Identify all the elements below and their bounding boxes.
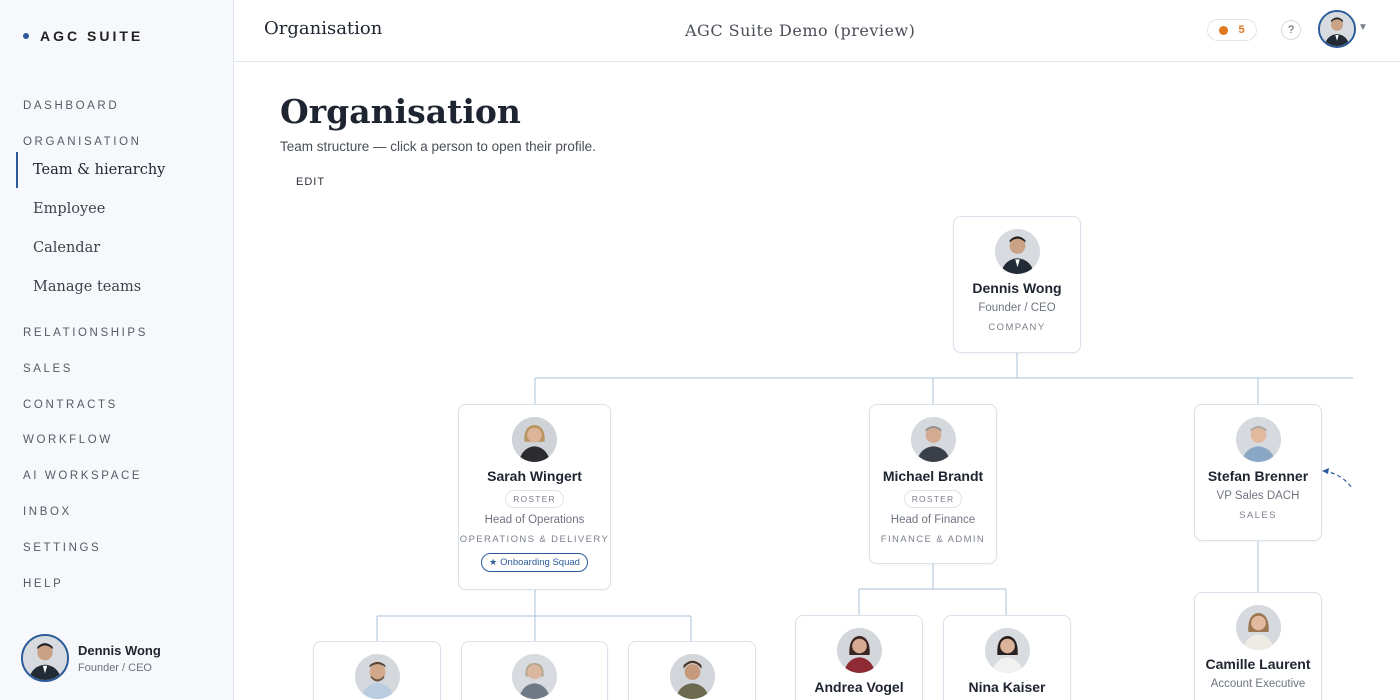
person-name: Michael Brandt xyxy=(882,468,984,484)
roster-badge: ROSTER xyxy=(903,490,963,508)
roster-badge: ROSTER xyxy=(505,490,564,508)
person-role: VP Sales DACH xyxy=(1216,490,1300,502)
person-name: Sarah Wingert xyxy=(487,468,582,484)
org-card-andrea-vogel[interactable]: Andrea Vogel xyxy=(795,615,923,700)
org-card-report[interactable] xyxy=(628,641,756,700)
avatar xyxy=(669,654,715,699)
person-department: FINANCE & ADMIN xyxy=(880,534,986,545)
org-card-ceo[interactable]: Dennis Wong Founder / CEO COMPANY xyxy=(953,216,1081,353)
avatar xyxy=(1235,605,1281,650)
person-role: Head of Finance xyxy=(890,514,976,526)
person-department: OPERATIONS & DELIVERY xyxy=(459,534,610,545)
avatar xyxy=(984,628,1030,673)
person-department: SALES xyxy=(1239,510,1277,521)
squad-label: Onboarding Squad xyxy=(500,557,580,568)
avatar xyxy=(1235,417,1281,462)
avatar xyxy=(836,628,882,673)
person-name: Camille Laurent xyxy=(1205,656,1311,672)
avatar xyxy=(512,654,557,699)
avatar xyxy=(354,654,400,699)
org-card-sarah-wingert[interactable]: Sarah Wingert ROSTER Head of Operations … xyxy=(458,404,611,590)
person-department: COMPANY xyxy=(988,322,1046,333)
org-card-michael-brandt[interactable]: Michael Brandt ROSTER Head of Finance FI… xyxy=(869,404,997,564)
org-card-report[interactable] xyxy=(461,641,608,700)
avatar xyxy=(910,417,956,462)
avatar xyxy=(512,417,557,462)
person-name: Andrea Vogel xyxy=(814,679,904,695)
org-card-report[interactable] xyxy=(313,641,441,700)
person-role: Founder / CEO xyxy=(978,302,1056,314)
squad-badge[interactable]: ★ Onboarding Squad xyxy=(481,553,588,572)
person-role: Head of Operations xyxy=(484,514,585,526)
org-connectors xyxy=(376,352,1353,641)
avatar xyxy=(994,229,1040,274)
org-card-nina-kaiser[interactable]: Nina Kaiser xyxy=(943,615,1071,700)
person-role: Account Executive xyxy=(1210,678,1306,690)
org-card-camille-laurent[interactable]: Camille Laurent Account Executive xyxy=(1194,592,1322,700)
person-name: Stefan Brenner xyxy=(1207,468,1309,484)
org-card-stefan-brenner[interactable]: Stefan Brenner VP Sales DACH SALES xyxy=(1194,404,1322,541)
person-name: Nina Kaiser xyxy=(968,679,1046,695)
person-name: Dennis Wong xyxy=(972,280,1062,296)
star-icon: ★ xyxy=(489,557,498,567)
